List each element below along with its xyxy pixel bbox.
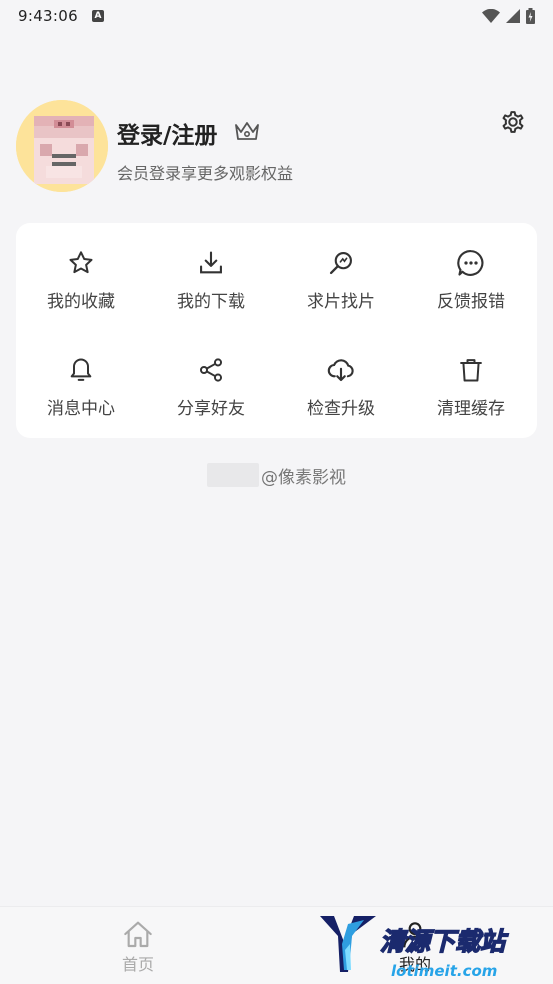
grid-item-label: 我的收藏 [47,292,115,312]
battery-icon [526,8,535,24]
settings-gear-icon[interactable] [499,108,527,136]
brand-row: @像素影视 [0,460,553,490]
grid-item-feedback[interactable]: 反馈报错 [406,223,536,313]
grid-item-check-update[interactable]: 检查升级 [276,330,406,420]
notification-app-icon: A [91,10,104,22]
brand-text: @像素影视 [261,467,346,488]
grid-item-label: 分享好友 [177,399,245,419]
home-icon [124,921,152,948]
nav-tab-label: 首页 [121,955,154,974]
grid-item-label: 检查升级 [307,399,375,419]
grid-item-label: 消息中心 [47,399,115,419]
grid-item-label: 我的下载 [177,292,245,312]
grid-item-messages[interactable]: 消息中心 [16,330,146,420]
blurred-logo [207,463,259,487]
share-icon [199,358,223,382]
cloud-download-icon [327,359,354,382]
status-time: 9:43:06 [18,7,78,25]
grid-item-request-film[interactable]: 求片找片 [276,223,406,313]
nav-tab-home[interactable]: 首页 [108,919,168,979]
watermark-logo-icon [320,916,376,972]
pixel-pig-avatar-icon [16,100,108,192]
bell-icon [70,358,92,381]
grid-item-favorites[interactable]: 我的收藏 [16,223,146,313]
grid-item-label: 反馈报错 [437,292,505,312]
wifi-icon [482,9,500,23]
download-icon [200,251,222,274]
grid-item-downloads[interactable]: 我的下载 [146,223,276,313]
watermark-url: lotimeit.com [391,962,498,980]
grid-item-clear-cache[interactable]: 清理缓存 [406,330,536,420]
login-register-link[interactable]: 登录/注册 [117,116,217,150]
status-bar: 9:43:06 A [0,0,553,32]
profile-header: 登录/注册 会员登录享更多观影权益 [16,100,537,192]
star-icon [69,251,93,274]
search-film-icon [329,252,352,275]
avatar[interactable] [16,100,108,192]
grid-item-share[interactable]: 分享好友 [146,330,276,420]
watermark: 清源下载站 lotimeit.com [318,906,548,984]
login-subtitle: 会员登录享更多观影权益 [117,164,294,183]
grid-item-label: 清理缓存 [437,399,505,419]
feature-grid-card: 我的收藏 我的下载 求片找片 反馈报错 消息中心 分享好友 检查升级 清理缓存 [16,223,537,438]
feedback-icon [457,250,484,276]
watermark-title: 清源下载站 [379,926,506,956]
grid-item-label: 求片找片 [307,292,375,312]
signal-icon [506,9,520,23]
crown-icon [235,122,259,140]
trash-icon [460,359,482,382]
